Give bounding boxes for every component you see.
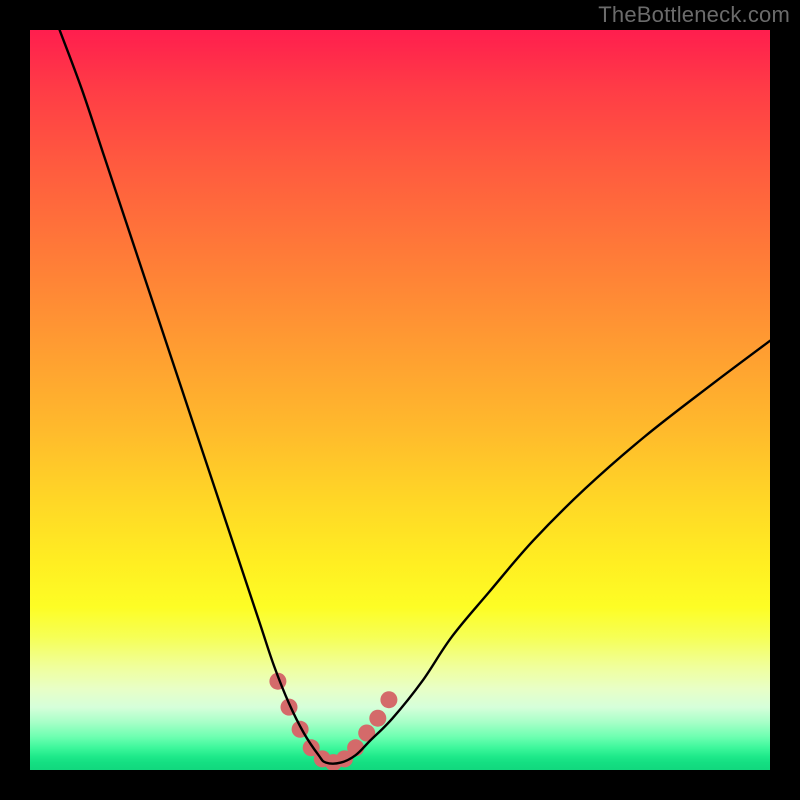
bottleneck-curve-svg <box>30 30 770 770</box>
highlight-dot <box>369 710 386 727</box>
bottleneck-curve-path <box>60 30 770 764</box>
highlight-dot-group <box>269 673 397 770</box>
plot-area <box>30 30 770 770</box>
chart-frame: TheBottleneck.com <box>0 0 800 800</box>
highlight-dot <box>380 691 397 708</box>
watermark-label: TheBottleneck.com <box>598 2 790 28</box>
